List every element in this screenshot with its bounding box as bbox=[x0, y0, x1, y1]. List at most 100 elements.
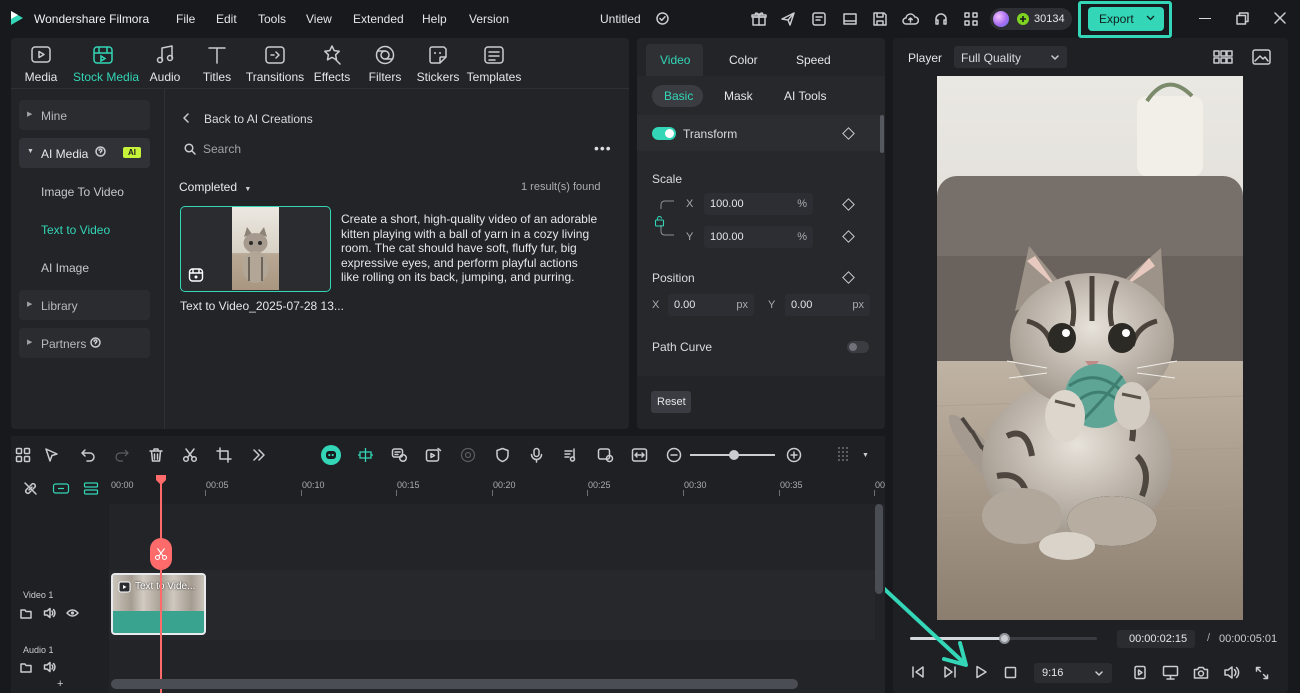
auto-reframe-icon[interactable] bbox=[425, 447, 442, 463]
back-icon[interactable] bbox=[182, 113, 190, 123]
more-tools-icon[interactable] bbox=[251, 447, 267, 463]
quality-dropdown[interactable]: Full Quality bbox=[954, 46, 1067, 68]
close-button[interactable] bbox=[1274, 12, 1286, 24]
playhead[interactable] bbox=[160, 482, 162, 693]
camera-icon[interactable] bbox=[1193, 665, 1209, 680]
menu-view[interactable]: View bbox=[306, 12, 332, 26]
stabilize-icon[interactable] bbox=[460, 447, 476, 463]
export-button[interactable]: Export bbox=[1088, 7, 1164, 31]
send-icon[interactable] bbox=[780, 11, 796, 27]
gift-icon[interactable] bbox=[751, 11, 767, 27]
playhead-handle[interactable] bbox=[155, 474, 167, 486]
audio-mix-icon[interactable] bbox=[563, 447, 579, 463]
reset-button[interactable]: Reset bbox=[651, 391, 691, 413]
layout-grid-icon[interactable] bbox=[15, 447, 31, 463]
link-icon[interactable] bbox=[23, 481, 38, 496]
subtab-ai-tools[interactable]: AI Tools bbox=[784, 89, 826, 103]
tool-stock-media[interactable]: Stock Media bbox=[73, 44, 139, 84]
position-y-input[interactable]: 0.00 px bbox=[785, 294, 870, 316]
fit-timeline-icon[interactable] bbox=[631, 447, 648, 463]
media-thumbnail[interactable] bbox=[180, 206, 331, 292]
help-icon[interactable] bbox=[95, 146, 106, 157]
caret-down-icon[interactable]: ▼ bbox=[862, 452, 869, 459]
menu-edit[interactable]: Edit bbox=[216, 12, 237, 26]
menu-extended[interactable]: Extended bbox=[353, 12, 404, 26]
snap-icon[interactable] bbox=[357, 447, 374, 463]
tool-media[interactable]: Media bbox=[11, 44, 71, 84]
volume-icon[interactable] bbox=[1223, 665, 1240, 680]
restore-button[interactable] bbox=[1236, 12, 1249, 25]
zoom-in-icon[interactable] bbox=[786, 447, 802, 463]
scale-x-input[interactable]: 100.00 % bbox=[704, 193, 813, 215]
speech-to-text-icon[interactable] bbox=[391, 447, 408, 463]
notes-icon[interactable] bbox=[811, 11, 827, 27]
current-time-box[interactable]: 00:00:02:15 bbox=[1117, 630, 1195, 648]
grid-view-icon[interactable] bbox=[1213, 50, 1233, 64]
layout-icon[interactable] bbox=[842, 11, 858, 27]
select-tool-icon[interactable] bbox=[44, 447, 60, 463]
eye-icon[interactable] bbox=[66, 608, 79, 618]
display-icon[interactable] bbox=[1162, 665, 1179, 680]
sidebar-item-library[interactable]: ▶ Library bbox=[19, 290, 150, 320]
filter-dropdown[interactable]: Completed ▼ bbox=[179, 180, 251, 194]
view-options-icon[interactable] bbox=[836, 446, 850, 464]
sidebar-item-partners[interactable]: ▶ Partners bbox=[19, 328, 150, 358]
replace-clip-icon[interactable] bbox=[597, 447, 614, 463]
menu-help[interactable]: Help bbox=[422, 12, 447, 26]
path-curve-toggle[interactable] bbox=[847, 341, 869, 353]
sidebar-item-text-to-video[interactable]: Text to Video bbox=[41, 223, 110, 237]
credits-badge[interactable]: 30134 bbox=[990, 8, 1072, 30]
property-scrollbar[interactable] bbox=[880, 115, 884, 153]
timeline-horizontal-scrollbar[interactable] bbox=[111, 679, 798, 689]
sidebar-item-image-to-video[interactable]: Image To Video bbox=[41, 185, 124, 199]
sidebar-item-mine[interactable]: ▶ Mine bbox=[19, 100, 150, 130]
folder-icon[interactable] bbox=[20, 662, 32, 673]
subtab-basic[interactable]: Basic bbox=[652, 85, 703, 107]
sidebar-item-ai-media[interactable]: ▼ AI Media AI bbox=[19, 138, 150, 168]
crop-icon[interactable] bbox=[216, 447, 232, 463]
tool-transitions[interactable]: Transitions bbox=[245, 44, 305, 84]
folder-icon[interactable] bbox=[20, 608, 32, 619]
fullscreen-icon[interactable] bbox=[1255, 666, 1269, 680]
shield-icon[interactable] bbox=[495, 447, 510, 463]
menu-file[interactable]: File bbox=[176, 12, 195, 26]
tab-video[interactable]: Video bbox=[646, 44, 703, 76]
minimize-button[interactable] bbox=[1199, 18, 1211, 19]
back-to-ai-creations[interactable]: Back to AI Creations bbox=[204, 112, 313, 126]
aspect-ratio-dropdown[interactable]: 9:16 bbox=[1034, 663, 1112, 683]
delete-icon[interactable] bbox=[148, 447, 164, 463]
player-scrubber-knob[interactable] bbox=[998, 633, 1010, 644]
cloud-upload-icon[interactable] bbox=[902, 11, 919, 27]
video-preview[interactable] bbox=[937, 76, 1243, 620]
headset-icon[interactable] bbox=[933, 11, 949, 27]
add-track-icon[interactable] bbox=[83, 481, 99, 496]
mark-in-icon[interactable] bbox=[1133, 665, 1147, 680]
tool-titles[interactable]: Titles bbox=[187, 44, 247, 84]
stop-icon[interactable] bbox=[1004, 666, 1017, 679]
tab-color[interactable]: Color bbox=[729, 53, 758, 67]
position-x-input[interactable]: 0.00 px bbox=[668, 294, 754, 316]
ai-assistant-icon[interactable] bbox=[321, 445, 341, 465]
track-volume-icon[interactable] bbox=[43, 661, 56, 673]
track-volume-icon[interactable] bbox=[43, 607, 56, 619]
timeline-vertical-scrollbar[interactable] bbox=[875, 504, 883, 594]
menu-tools[interactable]: Tools bbox=[258, 12, 286, 26]
more-options-icon[interactable]: ••• bbox=[594, 140, 612, 156]
tool-templates[interactable]: Templates bbox=[464, 44, 524, 84]
zoom-slider-knob[interactable] bbox=[729, 450, 739, 460]
help-icon[interactable] bbox=[90, 337, 101, 348]
transform-toggle[interactable] bbox=[652, 127, 676, 140]
lock-icon[interactable] bbox=[654, 215, 665, 227]
track-link-icon[interactable] bbox=[52, 481, 70, 496]
redo-icon[interactable] bbox=[114, 447, 130, 463]
tool-effects[interactable]: Effects bbox=[302, 44, 362, 84]
apps-grid-icon[interactable] bbox=[963, 11, 979, 27]
tool-stickers[interactable]: Stickers bbox=[408, 44, 468, 84]
sidebar-item-ai-image[interactable]: AI Image bbox=[41, 261, 89, 275]
microphone-icon[interactable] bbox=[529, 447, 544, 463]
split-button[interactable] bbox=[150, 538, 172, 570]
undo-icon[interactable] bbox=[80, 447, 96, 463]
cut-icon[interactable] bbox=[182, 447, 198, 463]
search-input[interactable]: Search bbox=[203, 142, 241, 156]
snapshot-view-icon[interactable] bbox=[1252, 49, 1271, 65]
